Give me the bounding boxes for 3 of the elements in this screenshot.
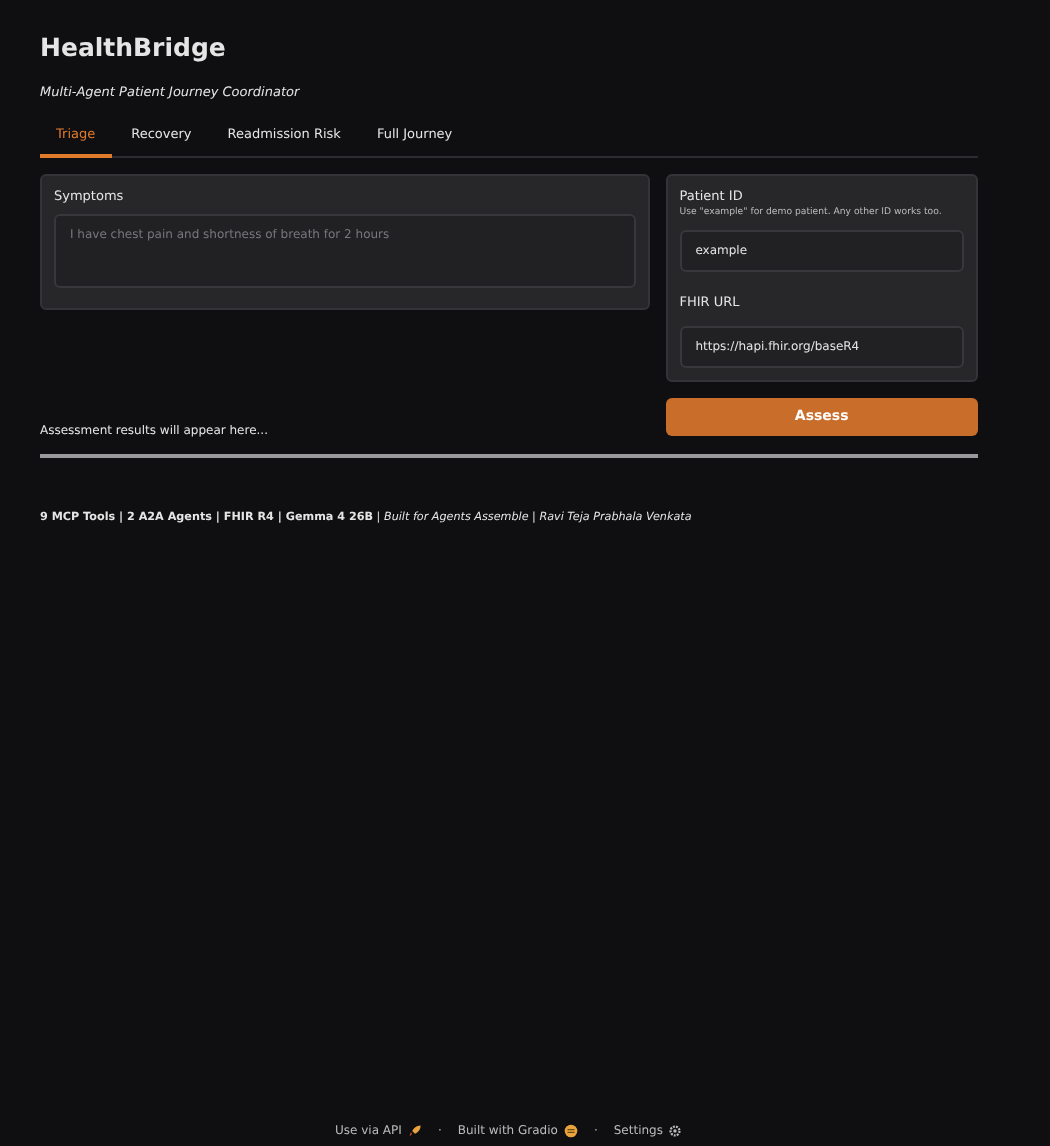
app-title: HealthBridge <box>40 32 228 62</box>
rocket-icon <box>407 1124 422 1138</box>
settings-icon <box>668 1124 683 1138</box>
